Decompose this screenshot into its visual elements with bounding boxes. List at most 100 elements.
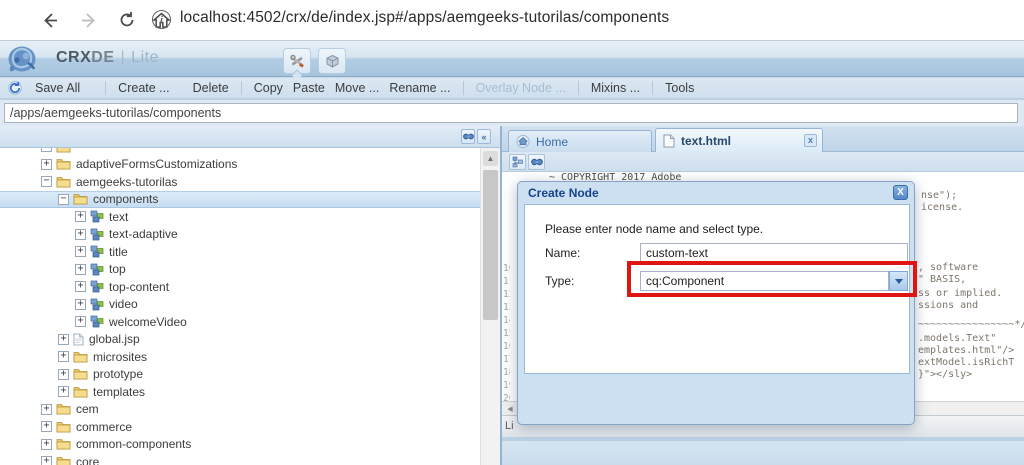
page-info-icon[interactable]: i [152, 10, 171, 29]
tree-item[interactable]: + top [0, 261, 480, 279]
tree-item[interactable]: + [0, 148, 480, 156]
browser-refresh-icon[interactable] [114, 7, 140, 33]
tree-item[interactable]: + templates [0, 383, 480, 401]
expand-toggle-icon[interactable]: + [41, 421, 52, 433]
node-name-input[interactable] [640, 243, 908, 263]
tree-item[interactable]: + core [0, 453, 480, 465]
expand-toggle-icon[interactable]: + [75, 228, 86, 240]
tree-item[interactable]: + text-adaptive [0, 226, 480, 244]
home-icon [516, 135, 530, 148]
tree-item[interactable]: + prototype [0, 366, 480, 384]
tree-item[interactable]: − components [0, 190, 480, 208]
toolbar-button[interactable]: Rename ... [389, 81, 450, 95]
browser-back-icon[interactable] [36, 7, 62, 33]
expand-toggle-icon[interactable]: + [75, 263, 86, 275]
tab-file-label: text.html [681, 133, 732, 148]
editor-toolbar [502, 152, 1024, 172]
toolbar-button[interactable]: Save All [35, 81, 93, 95]
expand-toggle-icon[interactable]: + [41, 148, 52, 153]
crx-elephant-logo [6, 43, 40, 80]
package-button[interactable] [318, 48, 346, 74]
expand-toggle-icon[interactable]: + [58, 333, 69, 345]
tree-item-label: core [76, 454, 100, 465]
tree-item[interactable]: + welcomeVideo [0, 313, 480, 331]
browser-forward-icon[interactable] [76, 7, 102, 33]
scrollbar-thumb[interactable] [483, 170, 498, 320]
expand-toggle-icon[interactable]: + [41, 403, 52, 415]
collapse-panel-button[interactable]: « [477, 129, 491, 144]
tab-home[interactable]: Home [508, 130, 652, 152]
brand-lite: Lite [131, 49, 159, 66]
expand-toggle-icon[interactable]: + [58, 386, 69, 398]
toolbar-separator [462, 81, 464, 95]
toolbar-button[interactable]: Create ... [118, 81, 182, 95]
expand-toggle-icon[interactable]: + [75, 211, 86, 223]
toolbar-button[interactable]: Mixins ... [591, 81, 640, 95]
tab-bar: Home text.html x [502, 126, 1024, 152]
dialog-close-icon[interactable]: X [893, 185, 908, 200]
url-text[interactable]: localhost:4502/crx/de/index.jsp#/apps/ae… [180, 9, 669, 27]
toolbar-button[interactable]: Delete [193, 81, 229, 95]
toolbar-button[interactable]: Copy [254, 81, 283, 95]
refresh-icon[interactable] [7, 80, 23, 96]
expand-toggle-icon[interactable]: + [58, 368, 69, 380]
tree-item-label: prototype [93, 367, 144, 382]
folder-icon [73, 193, 88, 205]
expand-toggle-icon[interactable]: + [41, 438, 52, 450]
expand-toggle-icon[interactable]: + [75, 281, 86, 293]
tree-item-label: microsites [93, 349, 148, 364]
expand-toggle-icon[interactable]: − [58, 193, 69, 205]
toolbar-button-label: Move ... [334, 81, 380, 95]
toolbar-button[interactable]: Paste [293, 81, 325, 95]
tree-item[interactable]: + title [0, 243, 480, 261]
toolbar-button[interactable]: Tools [665, 81, 707, 95]
expand-toggle-icon[interactable]: + [75, 298, 86, 310]
folder-icon [56, 158, 71, 170]
scroll-up-icon[interactable]: ▲ [483, 151, 498, 166]
tree-item[interactable]: + adaptiveFormsCustomizations [0, 156, 480, 174]
path-input[interactable] [4, 103, 1018, 123]
tree-item[interactable]: + text [0, 208, 480, 226]
find-button[interactable] [528, 154, 545, 170]
code-fragment: ssions and [918, 300, 979, 311]
tree-item[interactable]: − aemgeeks-tutorilas [0, 173, 480, 191]
code-fragment: , software [918, 262, 979, 273]
component-icon [90, 315, 104, 328]
folder-icon [56, 456, 71, 465]
component-icon [90, 210, 104, 223]
tree-item-label: top [109, 262, 126, 277]
expand-toggle-icon[interactable]: + [41, 158, 52, 170]
bottom-panel [502, 437, 1024, 465]
tree-scrollbar[interactable]: ▲ [480, 148, 500, 465]
expand-toggle-icon[interactable]: + [41, 456, 52, 465]
search-button[interactable] [461, 129, 475, 144]
scroll-left-icon[interactable]: ◀ [504, 404, 516, 414]
tree-item[interactable]: + video [0, 296, 480, 314]
folder-icon [56, 438, 71, 450]
tree-item-label: global.jsp [89, 332, 140, 347]
toolbar-button[interactable]: Overlay Node ... [476, 81, 566, 95]
tree-item[interactable]: + global.jsp [0, 331, 480, 349]
tree-item[interactable]: + commerce [0, 418, 480, 436]
expand-toggle-icon[interactable]: + [75, 246, 86, 258]
crxde-lite-window: i localhost:4502/crx/de/index.jsp#/apps/… [0, 0, 1024, 465]
expand-toggle-icon[interactable]: + [58, 351, 69, 363]
folder-icon [73, 368, 88, 380]
tree-item-label: components [93, 192, 159, 207]
show-in-tree-button[interactable] [509, 154, 526, 170]
tree: + + adaptiveFormsCustomizations − [0, 148, 480, 465]
toolbar-button[interactable]: Move ... [335, 81, 379, 95]
tree-item-label: top-content [109, 279, 170, 294]
tab-close-icon[interactable]: x [804, 134, 817, 147]
toolbar-button-label: Copy [253, 81, 283, 95]
tree-item[interactable]: + cem [0, 401, 480, 419]
expand-toggle-icon[interactable]: − [41, 176, 52, 188]
status-text: Li [505, 420, 514, 432]
tree-item[interactable]: + top-content [0, 278, 480, 296]
tree-item-label: aemgeeks-tutorilas [76, 174, 178, 189]
tree-item[interactable]: + common-components [0, 436, 480, 454]
expand-toggle-icon[interactable]: + [75, 316, 86, 328]
tree-item[interactable]: + microsites [0, 348, 480, 366]
tab-text-html[interactable]: text.html x [655, 128, 823, 152]
dialog-titlebar[interactable]: Create Node X [518, 182, 914, 204]
